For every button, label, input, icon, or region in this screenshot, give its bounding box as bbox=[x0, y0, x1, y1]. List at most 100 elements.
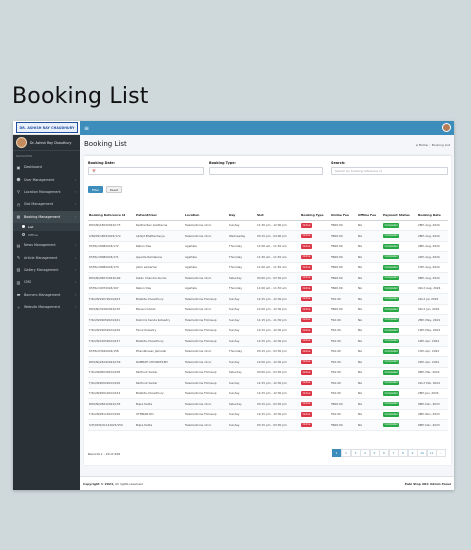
table-row[interactable]: S/NI/09/18032024/172 Abhijit Bhattacharya… bbox=[88, 230, 448, 242]
sidebar-item-label: Location Management bbox=[24, 189, 61, 194]
chevron-icon: ‹ bbox=[74, 255, 76, 260]
table-row[interactable]: T/SO/N/06032024/158 Partkrok Sarkar Teleme… bbox=[88, 367, 448, 378]
payment-status-badge: Completed bbox=[383, 401, 400, 407]
page-link[interactable]: 7 bbox=[388, 449, 399, 457]
sidebar-item[interactable]: ⚲ Location Management ‹ bbox=[13, 186, 80, 198]
table-cell: NA bbox=[357, 251, 382, 263]
table-row[interactable]: DDS/NI/18032024/173 Radhia Ren Goldberna T… bbox=[88, 220, 448, 231]
sidebar-item[interactable]: ✎ Article Management ‹ bbox=[13, 251, 80, 263]
sidebar-item[interactable]: ▦ Booking Management ‹ bbox=[13, 210, 80, 223]
table-cell: Completed bbox=[382, 241, 417, 252]
table-row[interactable]: DDS/NI/31062024/167 Banani Ghosh Telemedic… bbox=[88, 304, 448, 315]
column-header[interactable]: Offline Fee bbox=[357, 211, 382, 221]
page-link[interactable]: 3 bbox=[350, 449, 361, 457]
page-link[interactable]: 9 bbox=[407, 449, 418, 457]
table-row[interactable]: KT/ML/18082024/171 Jayanta Ramakans Agarta… bbox=[88, 251, 448, 263]
column-header[interactable]: Day bbox=[228, 211, 256, 221]
type-filter: Booking Type: bbox=[209, 161, 323, 175]
table-row[interactable]: T/SO/N/19072024/163 Bobbita Chowdhury Tele… bbox=[88, 293, 448, 305]
table-cell: NA bbox=[357, 419, 382, 431]
sidebar-item[interactable]: ☻ User Management ‹ bbox=[13, 173, 80, 185]
table-cell: Completed bbox=[382, 293, 417, 305]
page-link[interactable]: › bbox=[436, 449, 446, 457]
page-link[interactable]: 2 bbox=[341, 449, 351, 457]
table-row[interactable]: KT/ML/03042024/158 Phanibhusan Jamadar Tel… bbox=[88, 346, 448, 357]
table-cell: 03:00 pm - 03:30 pm bbox=[256, 367, 300, 378]
page-link[interactable]: 5 bbox=[369, 449, 380, 457]
booking-type-badge: Online bbox=[301, 422, 312, 428]
sidebar-item[interactable]: ◷ Slot Management ‹ bbox=[13, 198, 80, 210]
table-cell: Sunday bbox=[228, 325, 256, 336]
sidebar-item[interactable]: ▤ News Management ‹ bbox=[13, 239, 80, 251]
table-row[interactable]: T/SO/N/19052024/159 Feroz Kolsadry Telemed… bbox=[88, 325, 448, 336]
booking-type-badge: Online bbox=[301, 391, 312, 396]
table-row[interactable]: KT/ML/19072024/167 Rebon Das Agartala Thurs… bbox=[88, 283, 448, 294]
table-row[interactable]: KT/ML/18082024/170 Joibri sarkarhar Agarta… bbox=[88, 262, 448, 273]
table-row[interactable]: T/SO/N/12052024/157 Bobbita Chowdhury Tele… bbox=[88, 335, 448, 347]
user-panel[interactable]: Dr. Ashish Ray Chaudhury bbox=[13, 135, 80, 151]
hamburger-menu-icon[interactable]: ≡ bbox=[84, 125, 89, 132]
table-cell: Saturday bbox=[228, 398, 256, 410]
table-cell: 03:15 pm - 03:30 pm bbox=[256, 398, 300, 410]
table-cell: Wednesday bbox=[228, 230, 256, 242]
table-row[interactable]: T/SO/N/26012024/154 Bobbita Chowdhury Tele… bbox=[88, 388, 448, 399]
booking-type-badge: Online bbox=[301, 254, 312, 260]
sidebar-subitem-label: List bbox=[28, 224, 34, 229]
user-avatar[interactable] bbox=[442, 123, 451, 132]
column-header[interactable]: Slot bbox=[256, 211, 300, 221]
table-cell: NA bbox=[357, 230, 382, 242]
table-cell: ₹10.00 bbox=[330, 367, 357, 378]
table-row[interactable]: T/SO/N/20022024/156 Partkrok Sarkar Teleme… bbox=[88, 377, 448, 389]
sidebar-subitem[interactable]: List bbox=[13, 222, 80, 231]
sidebar-item[interactable]: ▥ CMS ‹ bbox=[13, 276, 80, 288]
table-cell: Sunday bbox=[228, 419, 256, 431]
sidebar-item[interactable]: ✧ Website Management ‹ bbox=[13, 301, 80, 313]
sidebar-item[interactable]: ▣ Dashboard bbox=[13, 161, 80, 173]
page-link[interactable]: 6 bbox=[379, 449, 389, 457]
booking-type-badge: Online bbox=[301, 307, 312, 312]
booking-date-input[interactable]: 📅 bbox=[88, 167, 204, 175]
table-row[interactable]: DDS/NI/26012024/155 Bipra Dutta Telemedici… bbox=[88, 398, 448, 410]
table-cell: DDS/NI/24042024/159 bbox=[88, 356, 135, 368]
table-row[interactable]: T/SO/N/28112023/156 UTPINAN Rhi Telemedici… bbox=[88, 409, 448, 420]
sidebar-item[interactable]: ▬ Banners Management ‹ bbox=[13, 289, 80, 301]
column-header[interactable]: Booking Date bbox=[417, 211, 448, 221]
page-link[interactable]: 10 bbox=[417, 449, 427, 457]
table-row[interactable]: DDS/NI/24042024/159 RAMBATI CHOWDHURY Tele… bbox=[88, 356, 448, 368]
table-cell: ₹10.00 bbox=[330, 346, 357, 357]
sidebar-subitem[interactable]: Offline bbox=[13, 231, 80, 239]
booking-type-badge: Online bbox=[301, 359, 312, 365]
column-header[interactable]: Booking Reference Id bbox=[88, 211, 135, 221]
column-header[interactable]: Payment Status bbox=[382, 211, 417, 221]
table-row[interactable]: KT/ML/18082024/172 Rebon Das Agartala Thurs… bbox=[88, 241, 448, 252]
breadcrumb-home[interactable]: ⌂ Home bbox=[416, 143, 428, 147]
reset-button[interactable]: Reset bbox=[106, 186, 122, 193]
page-link[interactable]: 4 bbox=[360, 449, 370, 457]
table-row[interactable]: S/TI/DDS/01122023/150 Bipra Dutta Telemedi… bbox=[88, 419, 448, 431]
search-input[interactable]: Search by booking reference id bbox=[331, 167, 448, 175]
chevron-icon: ‹ bbox=[74, 214, 76, 219]
page-link[interactable]: 1 bbox=[331, 449, 342, 457]
table-cell: NA bbox=[357, 220, 382, 231]
table-cell: Online bbox=[300, 346, 330, 357]
page-link[interactable]: 11 bbox=[426, 449, 437, 457]
column-header[interactable]: Online Fee bbox=[330, 211, 357, 221]
table-cell: 03:00 pm - 03:30 pm bbox=[256, 272, 300, 284]
table-cell: RAMBATI CHOWDHURY bbox=[135, 356, 184, 368]
column-header[interactable]: Location bbox=[184, 211, 228, 221]
logo: DR. ASHISH RAY CHAUDHURY bbox=[16, 122, 78, 133]
table-row[interactable]: T/SO/N/29052024/161 Rukmini Kanda Kotsadr… bbox=[88, 314, 448, 326]
sidebar-item[interactable]: ▨ Gallery Management ‹ bbox=[13, 264, 80, 276]
brand[interactable]: DR. ASHISH RAY CHAUDHURY bbox=[13, 121, 80, 135]
payment-status-badge: Completed bbox=[383, 296, 400, 302]
filter-button[interactable]: Filter bbox=[88, 186, 103, 193]
column-header[interactable]: Patient/User bbox=[135, 211, 184, 221]
page-link[interactable]: 8 bbox=[398, 449, 408, 457]
column-header[interactable]: Booking Type bbox=[300, 211, 330, 221]
table-row[interactable]: DDS/NI/06072024/169 Kotan Chandra Kundu Te… bbox=[88, 272, 448, 284]
table-cell: Sunday bbox=[228, 335, 256, 347]
table-cell: T/SO/N/06032024/158 bbox=[88, 367, 135, 378]
booking-type-select[interactable] bbox=[209, 167, 323, 175]
chevron-icon: ‹ bbox=[74, 177, 76, 182]
booking-type-badge: Online bbox=[301, 317, 312, 323]
